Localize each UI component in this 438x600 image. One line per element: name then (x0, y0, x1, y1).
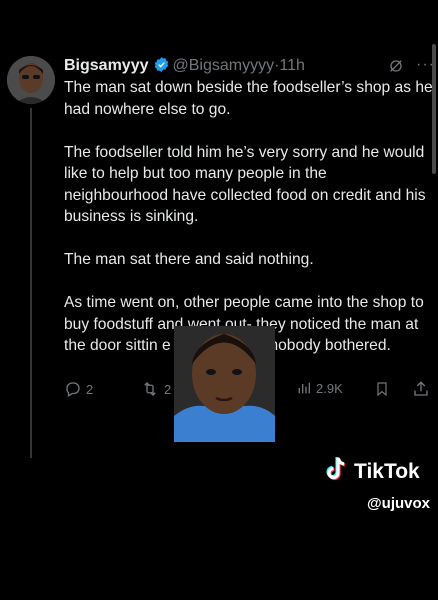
tweet-paragraph: The foodseller told him he’s very sorry … (64, 143, 426, 226)
views-button[interactable]: 2.9K (296, 380, 343, 396)
author-handle[interactable]: @Bigsamyyyy (173, 57, 275, 74)
views-count: 2.9K (316, 380, 343, 396)
tiktok-watermark: TikTok @ujuvox (324, 456, 434, 516)
tiktok-wordmark: TikTok (354, 459, 420, 483)
thread-line (30, 108, 32, 458)
scrollbar-thumb[interactable] (432, 44, 436, 174)
bookmark-button[interactable] (374, 380, 390, 398)
verified-badge-icon (153, 56, 170, 78)
reply-button[interactable]: 2 (64, 380, 93, 398)
repost-button[interactable]: 2 (140, 380, 171, 398)
author-avatar[interactable] (7, 56, 55, 104)
tiktok-username: @ujuvox (367, 495, 430, 512)
repost-icon (140, 380, 160, 398)
share-icon (412, 380, 430, 398)
reply-icon (64, 380, 82, 398)
reply-count: 2 (86, 381, 94, 397)
repost-count: 2 (164, 381, 172, 397)
tweet-header: Bigsamyyy @Bigsamyyyy·11h ··· (64, 56, 434, 78)
tiktok-logo-icon (324, 456, 348, 487)
share-button[interactable] (412, 380, 430, 398)
author-name[interactable]: Bigsamyyy (64, 57, 149, 74)
tweet-paragraph: The man sat down beside the foodseller’s… (64, 79, 433, 118)
bookmark-icon (374, 380, 390, 398)
tweet-time[interactable]: 11h (279, 57, 305, 74)
tweet-paragraph: The man sat there and said nothing. (64, 251, 314, 268)
creator-video-inset (174, 326, 275, 442)
grok-icon[interactable] (388, 58, 404, 79)
views-icon (296, 380, 312, 396)
